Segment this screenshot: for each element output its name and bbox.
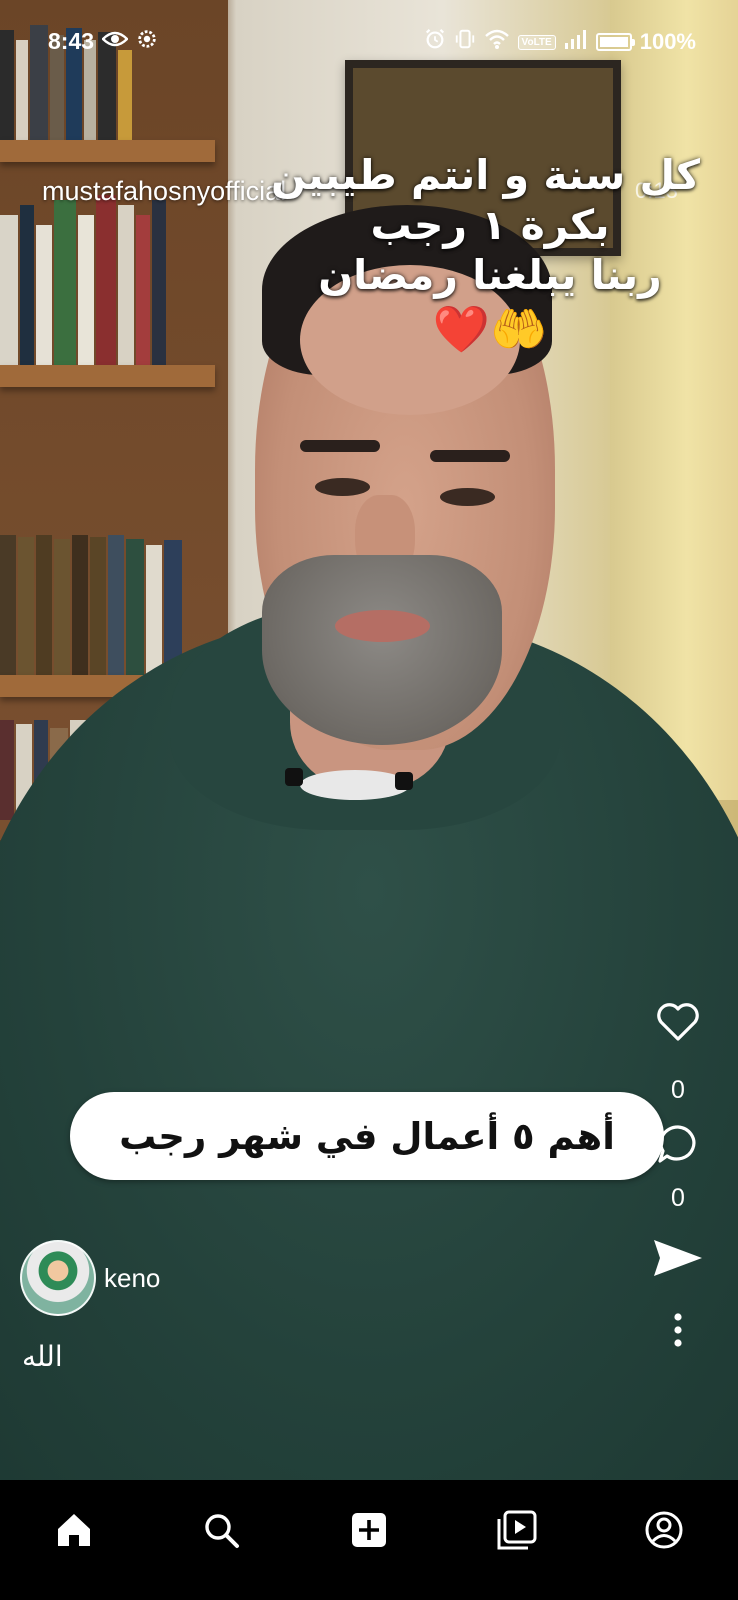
clock: 8:43 xyxy=(48,28,95,54)
caption-line: كل سنة و انتم طيبين xyxy=(271,151,700,199)
gear-icon xyxy=(136,28,158,55)
comment-text: الله xyxy=(22,1340,63,1373)
home-icon xyxy=(57,1514,90,1546)
comment-count: 0 xyxy=(671,1184,685,1212)
share-button[interactable] xyxy=(648,1236,708,1280)
like-button[interactable] xyxy=(648,1000,708,1044)
lavalier-mic xyxy=(395,772,413,790)
nav-home[interactable] xyxy=(38,1500,110,1560)
profile-icon xyxy=(645,1511,683,1549)
nav-profile[interactable] xyxy=(628,1500,700,1560)
right-eye xyxy=(440,488,495,506)
beard xyxy=(262,555,502,745)
caption-line: ربنا يبلغنا رمضان xyxy=(318,251,662,299)
side-actions: 0 0 xyxy=(648,1000,708,1352)
alarm-icon xyxy=(424,28,446,56)
wifi-icon xyxy=(484,28,510,56)
caption-line: بكرة ١ رجب xyxy=(370,201,610,249)
heart-icon xyxy=(657,1003,699,1041)
nav-reels[interactable] xyxy=(481,1500,553,1560)
search-icon xyxy=(205,1514,240,1548)
left-eye xyxy=(315,478,370,496)
lavalier-mic xyxy=(285,768,303,786)
left-brow xyxy=(300,440,380,452)
add-post-icon xyxy=(351,1513,386,1547)
right-brow xyxy=(430,450,510,462)
reel-screen: 8:43 VoLTE 100% mustafahosnyofficial 0:1… xyxy=(0,0,738,1600)
story-caption: كل سنة و انتم طيبين بكرة ١ رجب ربنا يبلغ… xyxy=(271,150,700,358)
eye-icon xyxy=(101,30,129,53)
battery-fill xyxy=(599,37,628,47)
nav-create[interactable] xyxy=(333,1500,405,1560)
reels-icon xyxy=(497,1510,537,1550)
video-title-pill: أهم ٥ أعمال في شهر رجب xyxy=(70,1092,664,1180)
more-vertical-icon xyxy=(674,1313,682,1347)
status-bar: 8:43 VoLTE 100% xyxy=(0,0,738,84)
caption-emoji: 🤲❤️ xyxy=(432,302,548,356)
comment-icon xyxy=(658,1125,696,1163)
battery-icon xyxy=(595,33,635,51)
like-count: 0 xyxy=(671,1076,685,1104)
bottom-nav xyxy=(0,1480,738,1600)
status-right: VoLTE 100% xyxy=(424,28,696,56)
avatar[interactable] xyxy=(20,1240,96,1316)
vibrate-icon xyxy=(454,28,476,56)
status-left: 8:43 xyxy=(48,28,158,55)
nav-search[interactable] xyxy=(185,1500,257,1560)
window-light xyxy=(610,0,738,800)
comment-button[interactable] xyxy=(648,1122,708,1166)
mouth xyxy=(335,610,430,642)
comment-username[interactable]: keno xyxy=(104,1263,160,1294)
more-options-button[interactable] xyxy=(648,1308,708,1352)
battery-percent: 100% xyxy=(639,29,696,54)
send-icon xyxy=(654,1240,702,1276)
volte-badge: VoLTE xyxy=(517,34,556,50)
signal-icon xyxy=(564,29,588,55)
account-name[interactable]: mustafahosnyofficial xyxy=(42,176,286,207)
tshirt-collar xyxy=(300,770,410,800)
